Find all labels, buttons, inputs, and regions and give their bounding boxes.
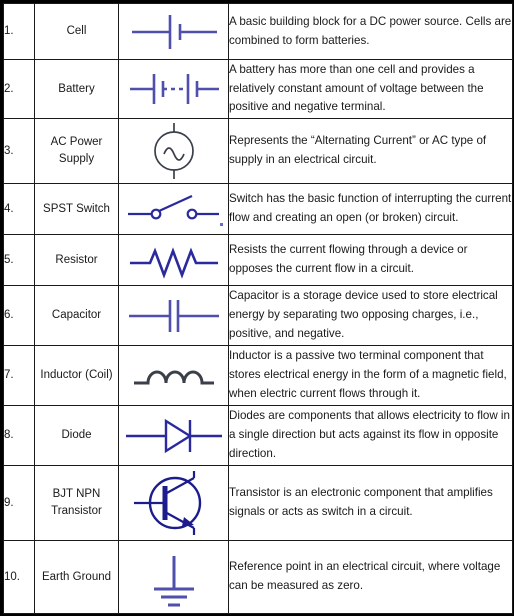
circuit-symbols-table: 1. Cell A basic building block for a DC …	[3, 3, 513, 614]
component-description: Switch has the basic function of interru…	[228, 183, 513, 235]
component-name: Battery	[34, 59, 119, 119]
component-name: AC Power Supply	[34, 118, 119, 184]
table-row: 2. Battery A battery has more than one c…	[3, 59, 513, 119]
table-row: 10. Earth Ground Reference point in an e…	[3, 540, 513, 614]
stray-dot	[219, 223, 223, 226]
symbol-cell	[118, 183, 229, 235]
symbol-cell	[118, 345, 229, 406]
component-description: A battery has more than one cell and pro…	[228, 59, 513, 119]
resistor-symbol	[129, 247, 218, 279]
inductor-coil-symbol	[133, 370, 214, 384]
table-frame: 1. Cell A basic building block for a DC …	[0, 0, 514, 616]
symbol-cell	[118, 285, 229, 346]
table-row: 8. Diode Diodes are components that allo…	[3, 405, 513, 466]
row-number: 7.	[3, 345, 35, 406]
component-name: Diode	[34, 405, 119, 466]
row-number: 8.	[3, 405, 35, 466]
component-description: Transistor is an electronic component th…	[228, 465, 513, 541]
table-row: 5. Resistor Resists the current flowing …	[3, 234, 513, 286]
symbol-cell	[118, 3, 229, 60]
component-name: Earth Ground	[34, 540, 119, 614]
component-description: Reference point in an electrical circuit…	[228, 540, 513, 614]
ac-power-supply-symbol	[153, 123, 194, 179]
component-description: Resists the current flowing through a de…	[228, 234, 513, 286]
component-name: BJT NPN Transistor	[34, 465, 119, 541]
table-row: 4. SPST Switch Switch has the basic func…	[3, 183, 513, 235]
table-row: 6. Capacitor Capacitor is a storage devi…	[3, 285, 513, 346]
component-description: Capacitor is a storage device used to st…	[228, 285, 513, 346]
table-row: 7. Inductor (Coil) Inductor is a passive…	[3, 345, 513, 406]
row-number: 4.	[3, 183, 35, 235]
table-row: 3. AC Power Supply Represents the “Alter…	[3, 118, 513, 184]
symbol-cell	[118, 59, 229, 119]
component-name: Inductor (Coil)	[34, 345, 119, 406]
component-name: Capacitor	[34, 285, 119, 346]
component-description: A basic building block for a DC power so…	[228, 3, 513, 60]
component-description: Represents the “Alternating Current” or …	[228, 118, 513, 184]
component-description: Diodes are components that allows electr…	[228, 405, 513, 466]
row-number: 1.	[3, 3, 35, 60]
cell-symbol	[131, 14, 217, 49]
earth-ground-symbol	[153, 556, 194, 607]
symbol-cell	[118, 118, 229, 184]
row-number: 10.	[3, 540, 35, 614]
diode-symbol	[125, 418, 222, 453]
table-row: 9. BJT NPN Transistor Transistor is an e…	[3, 465, 513, 541]
spst-switch-symbol	[127, 194, 223, 226]
row-number: 9.	[3, 465, 35, 541]
symbol-cell	[118, 540, 229, 614]
symbol-cell	[118, 234, 229, 286]
row-number: 3.	[3, 118, 35, 184]
battery-symbol	[129, 74, 219, 104]
symbol-cell	[118, 405, 229, 466]
symbol-cell	[118, 465, 229, 541]
component-name: Resistor	[34, 234, 119, 286]
row-number: 6.	[3, 285, 35, 346]
bjt-npn-transistor-symbol	[133, 471, 201, 535]
component-name: Cell	[34, 3, 119, 60]
row-number: 5.	[3, 234, 35, 286]
component-description: Inductor is a passive two terminal compo…	[228, 345, 513, 406]
component-name: SPST Switch	[34, 183, 119, 235]
capacitor-symbol	[128, 299, 219, 332]
table-row: 1. Cell A basic building block for a DC …	[3, 3, 513, 60]
row-number: 2.	[3, 59, 35, 119]
